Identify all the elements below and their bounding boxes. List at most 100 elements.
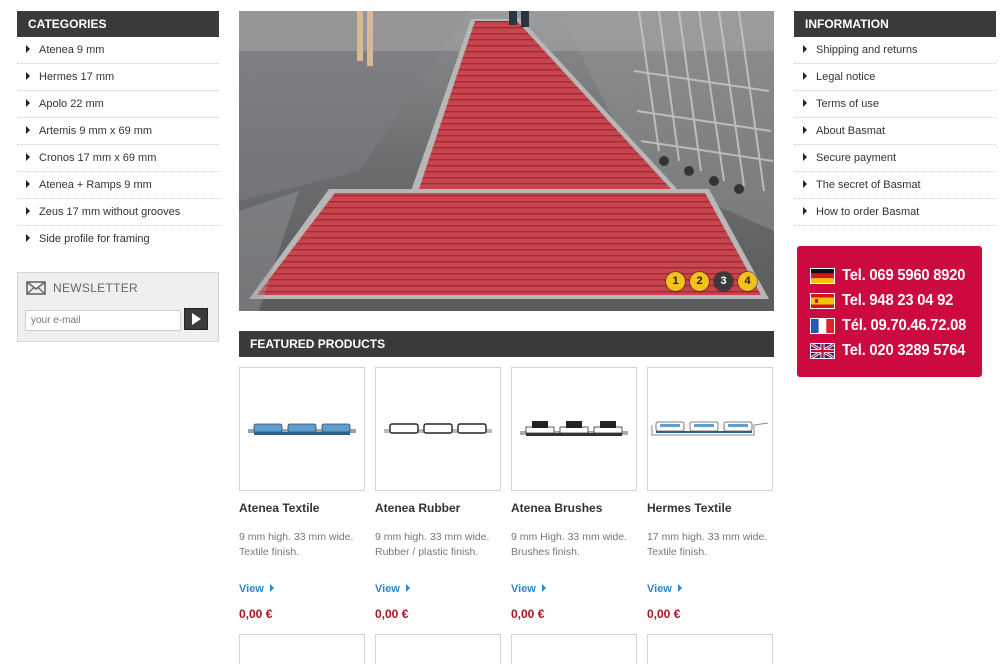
product-price: 0,00 €	[375, 607, 409, 621]
category-label: Side profile for framing	[39, 233, 150, 245]
info-item[interactable]: Shipping and returns	[794, 37, 996, 64]
info-item[interactable]: About Basmat	[794, 118, 996, 145]
info-label: About Basmat	[816, 125, 886, 137]
hero-slider[interactable]: 1 2 3 4	[239, 11, 774, 311]
product-image[interactable]	[511, 367, 637, 491]
info-item[interactable]: Terms of use	[794, 91, 996, 118]
categories-menu: Atenea 9 mm Hermes 17 mm Apolo 22 mm Art…	[17, 37, 219, 252]
product-card	[375, 634, 501, 664]
category-label: Apolo 22 mm	[39, 98, 104, 110]
product-card	[239, 634, 365, 664]
info-item[interactable]: Secure payment	[794, 145, 996, 172]
slider-pagination: 1 2 3 4	[666, 272, 757, 291]
arrow-right-icon	[803, 153, 807, 161]
phone-number[interactable]: Tel. 069 5960 8920	[842, 267, 965, 285]
product-view-link[interactable]: View	[511, 583, 637, 597]
product-description: 9 mm high. 33 mm wide. Rubber / plastic …	[375, 531, 490, 558]
product-card: Atenea Brushes 9 mm High. 33 mm wide. Br…	[511, 367, 637, 621]
france-flag-icon	[810, 317, 835, 334]
category-item[interactable]: Hermes 17 mm	[17, 64, 219, 91]
arrow-right-icon	[26, 180, 30, 188]
product-name[interactable]: Atenea Textile	[239, 501, 365, 517]
arrow-right-icon	[803, 126, 807, 134]
product-view-link[interactable]: View	[239, 583, 365, 597]
phone-number[interactable]: Tél. 09.70.46.72.08	[842, 317, 966, 335]
product-price: 0,00 €	[647, 607, 681, 621]
category-label: Zeus 17 mm without grooves	[39, 206, 181, 218]
slider-dot[interactable]: 4	[738, 272, 757, 291]
category-label: Cronos 17 mm x 69 mm	[39, 152, 157, 164]
category-label: Artemis 9 mm x 69 mm	[39, 125, 153, 137]
product-image[interactable]	[239, 367, 365, 491]
phone-row-france: Tél. 09.70.46.72.08	[797, 313, 982, 338]
category-label: Atenea 9 mm	[39, 44, 105, 56]
product-image[interactable]	[375, 367, 501, 491]
featured-products-title: FEATURED PRODUCTS	[239, 331, 774, 357]
product-view-link[interactable]: View	[647, 583, 773, 597]
phone-row-spain: Tel. 948 23 04 92	[797, 288, 982, 313]
product-name[interactable]: Atenea Brushes	[511, 501, 637, 517]
info-item[interactable]: The secret of Basmat	[794, 172, 996, 199]
arrow-right-icon	[405, 584, 410, 592]
product-description: 17 mm high. 33 mm wide. Textile finish.	[647, 531, 768, 558]
arrow-right-icon	[26, 153, 30, 161]
category-label: Hermes 17 mm	[39, 71, 115, 83]
newsletter-header: NEWSLETTER	[26, 280, 138, 296]
product-card	[647, 634, 773, 664]
arrow-right-icon	[541, 584, 546, 592]
category-item[interactable]: Artemis 9 mm x 69 mm	[17, 118, 219, 145]
newsletter-submit-button[interactable]	[184, 308, 208, 330]
slider-dot[interactable]: 2	[690, 272, 709, 291]
arrow-right-icon	[26, 45, 30, 53]
category-item[interactable]: Zeus 17 mm without grooves	[17, 199, 219, 226]
info-label: How to order Basmat	[816, 206, 920, 218]
product-card: Atenea Textile 9 mm high. 33 mm wide. Te…	[239, 367, 365, 621]
view-label: View	[375, 583, 400, 595]
mat-profile-textile-image	[248, 423, 356, 435]
product-card: Atenea Rubber 9 mm high. 33 mm wide. Rub…	[375, 367, 501, 621]
info-item[interactable]: Legal notice	[794, 64, 996, 91]
view-label: View	[647, 583, 672, 595]
categories-box: CATEGORIES Atenea 9 mm Hermes 17 mm Apol…	[17, 11, 219, 252]
category-label: Atenea + Ramps 9 mm	[39, 179, 152, 191]
product-image[interactable]	[239, 634, 365, 664]
category-item[interactable]: Apolo 22 mm	[17, 91, 219, 118]
phone-number[interactable]: Tel. 948 23 04 92	[842, 292, 953, 310]
germany-flag-icon	[810, 267, 835, 284]
category-item[interactable]: Side profile for framing	[17, 226, 219, 252]
product-image[interactable]	[511, 634, 637, 664]
product-grid-row-2	[239, 634, 774, 664]
view-label: View	[239, 583, 264, 595]
product-card	[511, 634, 637, 664]
phone-number[interactable]: Tel. 020 3289 5764	[842, 342, 965, 360]
product-image[interactable]	[647, 634, 773, 664]
category-item[interactable]: Cronos 17 mm x 69 mm	[17, 145, 219, 172]
info-label: Terms of use	[816, 98, 879, 110]
arrow-right-icon	[26, 126, 30, 134]
information-box: INFORMATION Shipping and returns Legal n…	[794, 11, 996, 226]
slider-dot[interactable]: 1	[666, 272, 685, 291]
category-item[interactable]: Atenea + Ramps 9 mm	[17, 172, 219, 199]
phone-row-germany: Tel. 069 5960 8920	[797, 263, 982, 288]
info-label: Shipping and returns	[816, 44, 918, 56]
arrow-right-icon	[803, 207, 807, 215]
product-view-link[interactable]: View	[375, 583, 501, 597]
newsletter-email-input[interactable]	[25, 310, 181, 331]
product-image[interactable]	[375, 634, 501, 664]
info-label: The secret of Basmat	[816, 179, 921, 191]
product-name[interactable]: Atenea Rubber	[375, 501, 501, 517]
product-image[interactable]	[647, 367, 773, 491]
view-label: View	[511, 583, 536, 595]
category-item[interactable]: Atenea 9 mm	[17, 37, 219, 64]
uk-flag-icon	[810, 342, 835, 359]
product-card: Hermes Textile 17 mm high. 33 mm wide. T…	[647, 367, 773, 621]
info-item[interactable]: How to order Basmat	[794, 199, 996, 226]
arrow-right-icon	[269, 584, 274, 592]
mat-profile-hermes-image	[651, 421, 769, 436]
product-name[interactable]: Hermes Textile	[647, 501, 773, 517]
spain-flag-icon	[810, 292, 835, 309]
arrow-right-icon	[26, 207, 30, 215]
info-label: Secure payment	[816, 152, 897, 164]
info-label: Legal notice	[816, 71, 876, 83]
slider-dot-active[interactable]: 3	[714, 272, 733, 291]
